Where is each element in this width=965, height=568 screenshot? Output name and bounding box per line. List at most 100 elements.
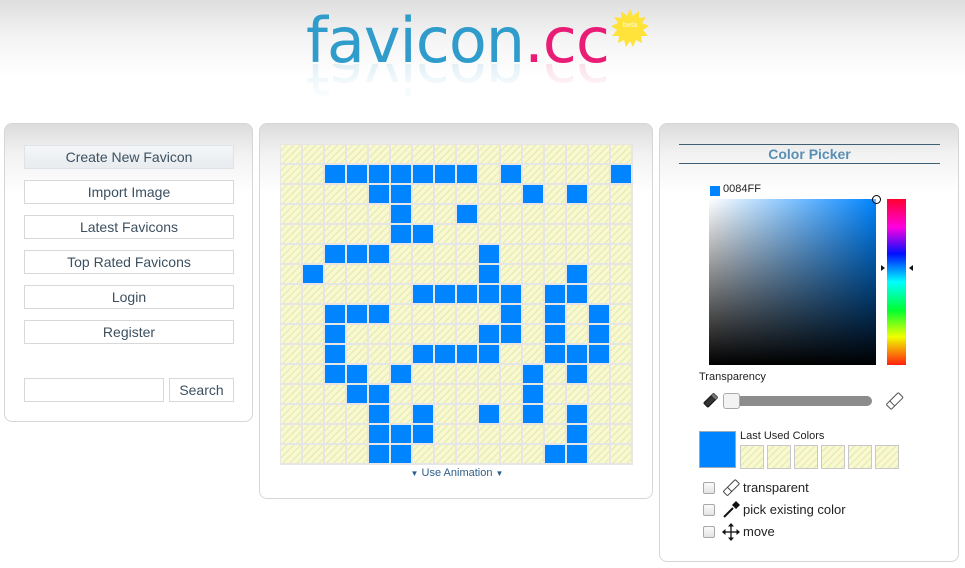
pixel-empty[interactable]	[501, 445, 521, 463]
pixel-filled[interactable]	[567, 265, 587, 283]
pixel-filled[interactable]	[391, 185, 411, 203]
pixel-filled[interactable]	[391, 225, 411, 243]
pixel-empty[interactable]	[303, 325, 323, 343]
pixel-empty[interactable]	[611, 425, 631, 443]
pixel-empty[interactable]	[479, 205, 499, 223]
pixel-empty[interactable]	[303, 405, 323, 423]
pixel-empty[interactable]	[479, 185, 499, 203]
last-used-color-swatch[interactable]	[875, 445, 899, 469]
pixel-empty[interactable]	[369, 325, 389, 343]
pixel-filled[interactable]	[369, 445, 389, 463]
pixel-filled[interactable]	[391, 205, 411, 223]
pixel-empty[interactable]	[325, 385, 345, 403]
last-used-color-swatch[interactable]	[821, 445, 845, 469]
pixel-empty[interactable]	[435, 185, 455, 203]
pixel-empty[interactable]	[457, 385, 477, 403]
pixel-empty[interactable]	[391, 385, 411, 403]
selected-color-swatch[interactable]	[699, 431, 736, 468]
pixel-empty[interactable]	[567, 205, 587, 223]
pixel-empty[interactable]	[567, 305, 587, 323]
pixel-filled[interactable]	[391, 165, 411, 183]
pixel-empty[interactable]	[611, 265, 631, 283]
pixel-empty[interactable]	[369, 285, 389, 303]
pixel-empty[interactable]	[545, 145, 565, 163]
pixel-empty[interactable]	[589, 445, 609, 463]
pixel-empty[interactable]	[369, 345, 389, 363]
pixel-filled[interactable]	[347, 305, 367, 323]
pixel-filled[interactable]	[457, 165, 477, 183]
pixel-empty[interactable]	[303, 385, 323, 403]
pixel-empty[interactable]	[567, 385, 587, 403]
pixel-filled[interactable]	[501, 285, 521, 303]
pixel-filled[interactable]	[523, 405, 543, 423]
pixel-filled[interactable]	[391, 445, 411, 463]
pixel-empty[interactable]	[545, 205, 565, 223]
last-used-color-swatch[interactable]	[794, 445, 818, 469]
pixel-empty[interactable]	[523, 285, 543, 303]
pixel-empty[interactable]	[391, 265, 411, 283]
pixel-filled[interactable]	[391, 365, 411, 383]
pixel-filled[interactable]	[545, 345, 565, 363]
pixel-empty[interactable]	[281, 185, 301, 203]
pixel-empty[interactable]	[325, 205, 345, 223]
search-button[interactable]: Search	[169, 378, 234, 402]
hue-marker-left-icon[interactable]	[881, 265, 885, 271]
pixel-empty[interactable]	[347, 185, 367, 203]
pixel-empty[interactable]	[391, 345, 411, 363]
pixel-empty[interactable]	[457, 185, 477, 203]
pixel-filled[interactable]	[523, 185, 543, 203]
pixel-filled[interactable]	[391, 425, 411, 443]
pixel-empty[interactable]	[281, 265, 301, 283]
pixel-filled[interactable]	[501, 325, 521, 343]
pixel-filled[interactable]	[435, 165, 455, 183]
pixel-empty[interactable]	[435, 445, 455, 463]
login-button[interactable]: Login	[24, 285, 234, 309]
pixel-filled[interactable]	[479, 325, 499, 343]
pixel-filled[interactable]	[369, 385, 389, 403]
pixel-filled[interactable]	[545, 445, 565, 463]
pixel-empty[interactable]	[435, 205, 455, 223]
pixel-empty[interactable]	[347, 345, 367, 363]
pixel-empty[interactable]	[589, 225, 609, 243]
pixel-empty[interactable]	[303, 345, 323, 363]
pixel-empty[interactable]	[303, 225, 323, 243]
pixel-empty[interactable]	[589, 405, 609, 423]
pixel-empty[interactable]	[589, 165, 609, 183]
pixel-empty[interactable]	[303, 305, 323, 323]
pixel-filled[interactable]	[479, 285, 499, 303]
pixel-empty[interactable]	[413, 205, 433, 223]
pixel-filled[interactable]	[347, 385, 367, 403]
pixel-empty[interactable]	[435, 145, 455, 163]
create-new-favicon-button[interactable]: Create New Favicon	[24, 145, 234, 169]
pixel-empty[interactable]	[545, 185, 565, 203]
pixel-filled[interactable]	[567, 425, 587, 443]
search-input[interactable]	[24, 378, 164, 402]
pixel-filled[interactable]	[501, 305, 521, 323]
pixel-empty[interactable]	[501, 225, 521, 243]
pixel-empty[interactable]	[479, 225, 499, 243]
pixel-empty[interactable]	[611, 205, 631, 223]
pixel-empty[interactable]	[281, 345, 301, 363]
pixel-filled[interactable]	[325, 165, 345, 183]
pixel-empty[interactable]	[325, 185, 345, 203]
pixel-empty[interactable]	[523, 345, 543, 363]
pixel-empty[interactable]	[347, 445, 367, 463]
pixel-empty[interactable]	[303, 425, 323, 443]
pixel-empty[interactable]	[479, 385, 499, 403]
pixel-filled[interactable]	[545, 285, 565, 303]
current-color-hex[interactable]: 0084FF	[723, 183, 761, 195]
pixel-empty[interactable]	[435, 245, 455, 263]
pixel-empty[interactable]	[589, 425, 609, 443]
pixel-empty[interactable]	[413, 145, 433, 163]
pixel-empty[interactable]	[567, 165, 587, 183]
last-used-color-swatch[interactable]	[767, 445, 791, 469]
transparency-slider-track[interactable]	[728, 396, 872, 406]
pixel-empty[interactable]	[347, 145, 367, 163]
transparent-checkbox[interactable]	[703, 482, 715, 494]
pixel-empty[interactable]	[391, 245, 411, 263]
pixel-empty[interactable]	[281, 325, 301, 343]
pixel-filled[interactable]	[611, 165, 631, 183]
pixel-empty[interactable]	[325, 425, 345, 443]
pixel-filled[interactable]	[545, 325, 565, 343]
pixel-empty[interactable]	[413, 245, 433, 263]
